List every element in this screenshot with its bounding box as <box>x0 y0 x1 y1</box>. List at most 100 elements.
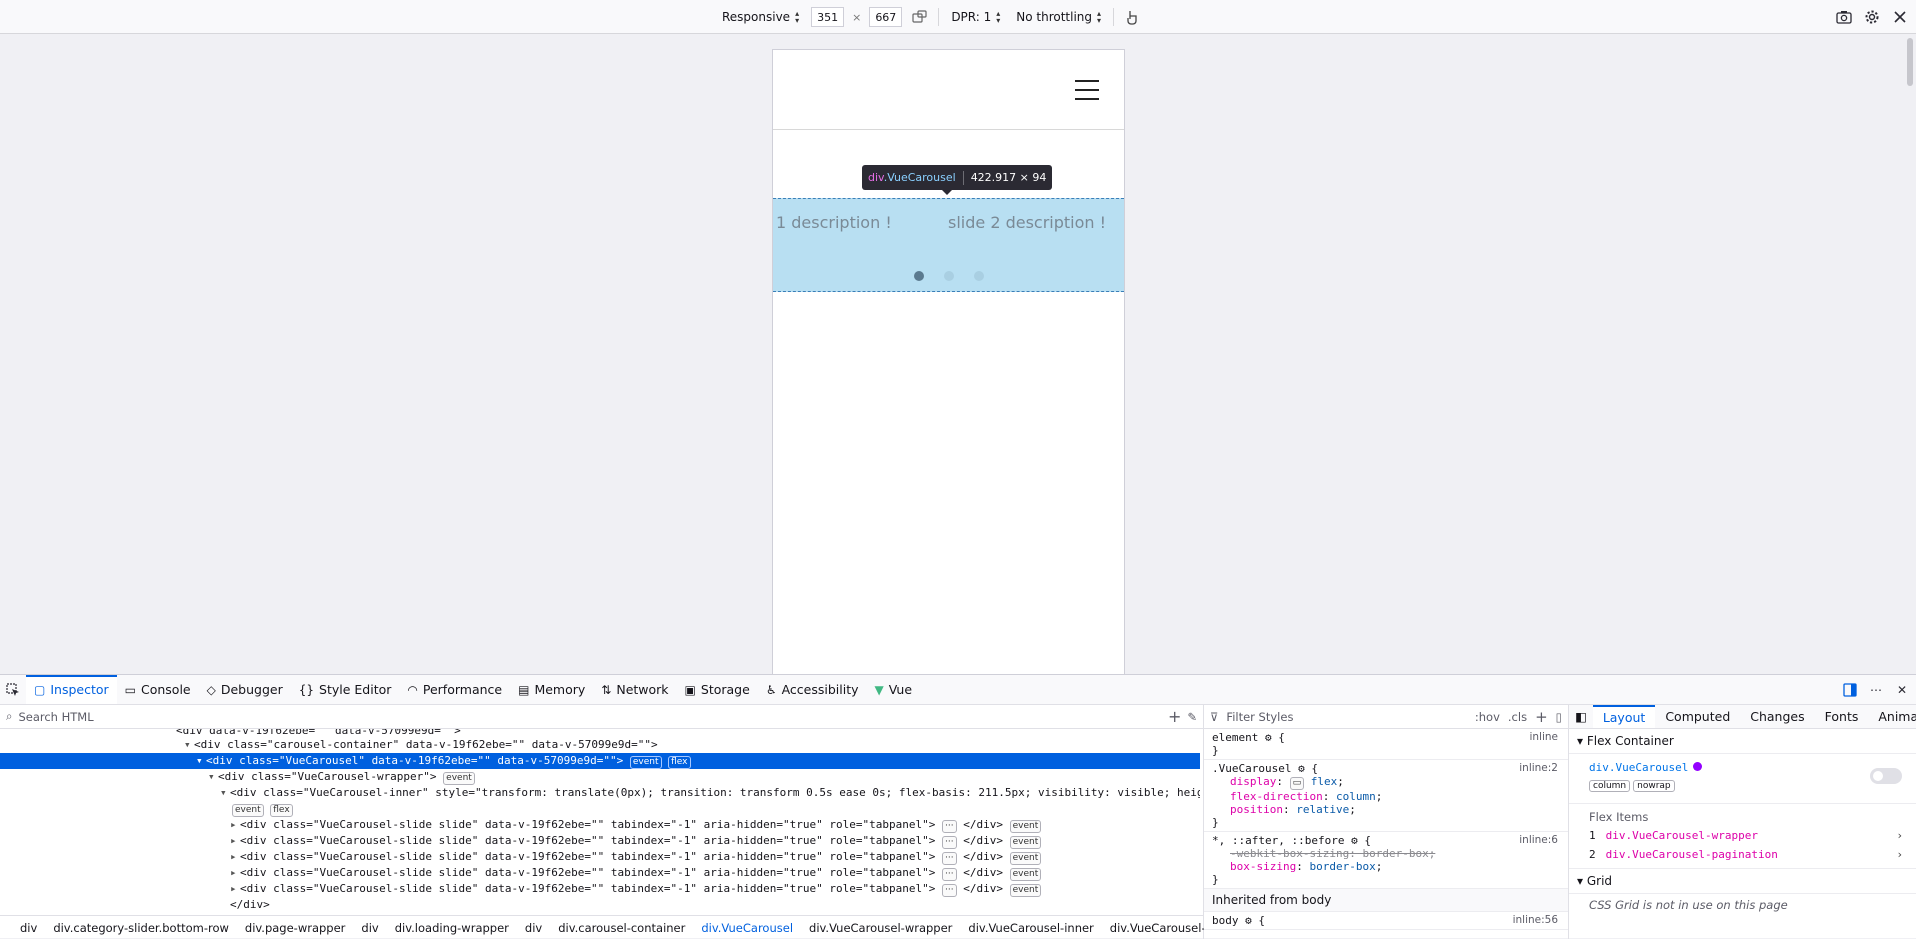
throttling-selector[interactable]: No throttling ▴ ▾ <box>1012 7 1105 27</box>
tree-line-selected[interactable]: ▾ <div class="VueCarousel" data-v-19f62eb… <box>0 753 1200 769</box>
tree-line[interactable]: <div data-v-19f62ebe="" data-v-57099e9d=… <box>0 729 1200 737</box>
flex-item-row[interactable]: 2 div.VueCarousel-pagination › <box>1569 845 1916 864</box>
breadcrumb-item[interactable]: div.VueCarousel-inner <box>968 921 1093 935</box>
rule-source[interactable]: inline <box>1529 731 1558 744</box>
breadcrumb-item[interactable]: div <box>20 921 37 935</box>
toggle-split-console-icon[interactable] <box>1840 680 1860 700</box>
rule-vuecarousel[interactable]: .VueCarousel ⚙ { display: ▭ flex; flex-d… <box>1204 760 1568 832</box>
breadcrumb-item[interactable]: div.carousel-container <box>558 921 685 935</box>
collapse-triangle-icon[interactable]: ▾ <box>208 769 218 785</box>
screenshot-icon[interactable] <box>1834 7 1854 27</box>
highlight-color-swatch[interactable] <box>1693 762 1703 771</box>
search-html-input[interactable]: Search HTML <box>18 710 1162 724</box>
tab-performance[interactable]: ◠ Performance <box>399 675 510 704</box>
declaration[interactable]: flex-direction: column; <box>1212 790 1560 803</box>
tab-animations[interactable]: Animat <box>1868 705 1916 728</box>
pagination-dot-1[interactable] <box>913 271 924 281</box>
tab-vue[interactable]: ▼ Vue <box>867 675 921 704</box>
pagination-dot-3[interactable] <box>973 271 984 281</box>
element-picker-icon[interactable] <box>0 675 26 704</box>
breadcrumb-item[interactable]: div.VueCarousel-slide.slide <box>1110 921 1204 935</box>
gear-icon[interactable]: ⚙ <box>1351 834 1358 847</box>
breadcrumb-item-active[interactable]: div.VueCarousel <box>701 921 793 935</box>
cls-toggle[interactable]: .cls <box>1508 710 1527 724</box>
collapse-triangle-icon[interactable]: ▾ <box>220 785 230 801</box>
close-rdm-icon[interactable] <box>1890 7 1910 27</box>
settings-gear-icon[interactable] <box>1862 7 1882 27</box>
hov-toggle[interactable]: :hov <box>1475 710 1500 724</box>
flex-item-row[interactable]: 1 div.VueCarousel-wrapper › <box>1569 826 1916 845</box>
flex-badge[interactable]: flex <box>270 804 293 817</box>
collapsed-children-badge[interactable]: ··· <box>942 868 957 881</box>
vue-carousel-highlight[interactable]: 1 description ! slide 2 description ! <box>773 198 1124 292</box>
tab-changes[interactable]: Changes <box>1740 705 1814 728</box>
tree-line[interactable]: ▾ <div class="carousel-container" data-v-… <box>0 737 1200 753</box>
event-badge[interactable]: event <box>443 772 475 785</box>
tab-inspector[interactable]: ▢ Inspector <box>26 675 117 704</box>
expand-triangle-icon[interactable]: ▸ <box>230 865 240 881</box>
breadcrumb-item[interactable]: div.page-wrapper <box>245 921 346 935</box>
breadcrumb-item[interactable]: div.loading-wrapper <box>395 921 509 935</box>
viewport-height-input[interactable]: 667 <box>869 7 903 27</box>
eyedropper-icon[interactable]: ✎ <box>1187 710 1197 724</box>
tree-line-slide[interactable]: ▸ <div class="VueCarousel-slide slide" da… <box>0 833 1200 849</box>
tree-line-slide[interactable]: ▸ <div class="VueCarousel-slide slide" da… <box>0 849 1200 865</box>
viewport-width-input[interactable]: 351 <box>811 7 845 27</box>
pagination-dot-2[interactable] <box>943 271 954 281</box>
event-badge[interactable]: event <box>1009 836 1042 849</box>
rule-source[interactable]: inline:6 <box>1519 834 1558 847</box>
breadcrumb-item[interactable]: div.VueCarousel-wrapper <box>809 921 952 935</box>
rule-element[interactable]: element ⚙ { } inline <box>1204 729 1568 760</box>
container-element[interactable]: div.VueCarousel <box>1589 761 1688 774</box>
rule-body[interactable]: body ⚙ { inline:56 <box>1204 912 1568 930</box>
expand-triangle-icon[interactable]: ▸ <box>230 817 240 833</box>
gear-icon[interactable]: ⚙ <box>1265 731 1272 744</box>
event-badge[interactable]: event <box>232 804 264 817</box>
device-selector[interactable]: Responsive ▴ ▾ <box>718 7 803 27</box>
tree-line-slide[interactable]: ▸ <div class="VueCarousel-slide slide" da… <box>0 865 1200 881</box>
declaration[interactable]: display: ▭ flex; <box>1212 775 1560 790</box>
collapsed-children-badge[interactable]: ··· <box>942 852 957 865</box>
declaration[interactable]: box-sizing: border-box; <box>1212 860 1560 873</box>
tab-storage[interactable]: ▣ Storage <box>677 675 758 704</box>
rule-source[interactable]: inline:2 <box>1519 762 1558 775</box>
touch-simulation-icon[interactable] <box>1122 7 1142 27</box>
flexbox-highlighter-toggle[interactable] <box>1870 768 1902 784</box>
collapsed-children-badge[interactable]: ··· <box>942 884 957 897</box>
tab-network[interactable]: ⇅ Network <box>593 675 676 704</box>
gear-icon[interactable]: ⚙ <box>1245 914 1252 927</box>
event-badge[interactable]: event <box>629 756 662 769</box>
tab-computed[interactable]: Computed <box>1655 705 1740 728</box>
close-devtools-icon[interactable]: ✕ <box>1892 680 1912 700</box>
scrollbar-thumb[interactable] <box>1907 38 1913 86</box>
collapse-triangle-icon[interactable]: ▾ <box>196 753 206 769</box>
tab-style-editor[interactable]: {} Style Editor <box>291 675 400 704</box>
tab-layout[interactable]: Layout <box>1592 705 1656 728</box>
add-node-icon[interactable]: + <box>1168 707 1181 726</box>
expand-triangle-icon[interactable]: ▸ <box>230 833 240 849</box>
breadcrumb-item[interactable]: div.category-slider.bottom-row <box>53 921 229 935</box>
hamburger-menu-icon[interactable] <box>1075 80 1099 100</box>
add-rule-icon[interactable]: + <box>1535 708 1548 726</box>
tree-line[interactable]: ▾ <div class="VueCarousel-wrapper"> event <box>0 769 1200 785</box>
breadcrumb-item[interactable]: div <box>361 921 378 935</box>
tree-line-slide[interactable]: ▸ <div class="VueCarousel-slide slide" da… <box>0 881 1200 897</box>
flex-badge[interactable]: flex <box>668 756 691 769</box>
tab-fonts[interactable]: Fonts <box>1815 705 1869 728</box>
tree-line-slide[interactable]: ▸ <div class="VueCarousel-slide slide" da… <box>0 817 1200 833</box>
event-badge[interactable]: event <box>1009 820 1042 833</box>
tab-memory[interactable]: ▤ Memory <box>510 675 593 704</box>
gear-icon[interactable]: ⚙ <box>1298 762 1305 775</box>
tab-debugger[interactable]: ◇ Debugger <box>199 675 291 704</box>
rule-universal[interactable]: *, ::after, ::before ⚙ { -webkit-box-siz… <box>1204 832 1568 889</box>
toggle-sidebar-icon[interactable]: ◧ <box>1569 705 1593 728</box>
collapse-triangle-icon[interactable]: ▾ <box>184 737 194 753</box>
expand-triangle-icon[interactable]: ▸ <box>230 849 240 865</box>
event-badge[interactable]: event <box>1009 884 1042 897</box>
rotate-viewport-icon[interactable] <box>910 7 930 27</box>
dpr-selector[interactable]: DPR: 1 ▴ ▾ <box>947 7 1004 27</box>
more-options-icon[interactable]: ⋯ <box>1866 680 1886 700</box>
viewport-scrollbar[interactable] <box>1904 34 1916 674</box>
grid-header[interactable]: ▾ Grid <box>1569 868 1916 894</box>
breadcrumb-item[interactable]: div <box>525 921 542 935</box>
